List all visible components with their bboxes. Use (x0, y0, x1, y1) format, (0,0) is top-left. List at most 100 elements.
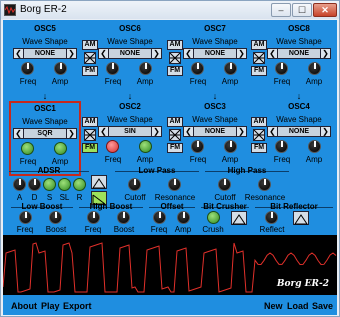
mod-matrix-icon[interactable] (169, 52, 181, 64)
offset-freq-knob[interactable] (153, 211, 166, 224)
next-arrow-icon[interactable]: ❯ (320, 127, 330, 136)
low-pass-cutoff-knob[interactable] (128, 178, 141, 191)
wave-shape-select[interactable]: ❮ NONE ❯ (183, 48, 247, 59)
mod-matrix-icon[interactable] (169, 129, 181, 141)
wave-shape-select[interactable]: ❮ NONE ❯ (267, 48, 331, 59)
amp-knob[interactable] (308, 140, 321, 153)
wave-shape-select[interactable]: ❮ NONE ❯ (183, 126, 247, 137)
osc5-module: OSC5 Wave Shape ❮ NONE ❯ Freq Amp (9, 23, 81, 98)
wave-shape-select[interactable]: ❮ NONE ❯ (98, 48, 162, 59)
amp-knob[interactable] (139, 62, 152, 75)
am-button[interactable]: AM (251, 40, 267, 50)
freq-label: Freq (273, 77, 291, 86)
am-button[interactable]: AM (167, 117, 183, 127)
mod-matrix-icon[interactable] (84, 129, 96, 141)
osc-title: OSC8 (288, 24, 310, 33)
amp-knob[interactable] (308, 62, 321, 75)
amp-knob[interactable] (54, 142, 67, 155)
down-arrow-icon: ↓ (212, 91, 218, 101)
low-boost-boost-knob[interactable] (49, 211, 62, 224)
next-arrow-icon[interactable]: ❯ (66, 49, 76, 58)
bit-reflector-title: Bit Reflector (270, 202, 318, 211)
prev-arrow-icon[interactable]: ❮ (99, 49, 109, 58)
prev-arrow-icon[interactable]: ❮ (268, 49, 278, 58)
freq-knob[interactable] (106, 140, 119, 153)
low-boost-freq-knob[interactable] (19, 211, 32, 224)
wave-shape-select[interactable]: ❮ NONE ❯ (13, 48, 77, 59)
high-pass-cutoff-knob[interactable] (218, 178, 231, 191)
reflector-wave-icon[interactable] (293, 211, 309, 225)
high-boost-boost-knob[interactable] (117, 211, 130, 224)
next-arrow-icon[interactable]: ❯ (151, 127, 161, 136)
maximize-button[interactable]: ☐ (292, 3, 312, 17)
app-window: Borg ER-2 – ☐ ✕ OSC5 Wave Shape ❮ NONE ❯… (0, 0, 340, 317)
bit-crusher-knob[interactable] (207, 211, 220, 224)
freq-knob[interactable] (275, 62, 288, 75)
amp-label: Amp (51, 157, 69, 166)
high-boost-freq-knob[interactable] (87, 211, 100, 224)
freq-label: Freq (19, 77, 37, 86)
prev-arrow-icon[interactable]: ❮ (268, 127, 278, 136)
mod-matrix-icon[interactable] (253, 129, 265, 141)
wave-shape-select[interactable]: ❮ SIN ❯ (98, 126, 162, 137)
prev-arrow-icon[interactable]: ❮ (14, 49, 24, 58)
menu-new[interactable]: New (264, 301, 283, 311)
next-arrow-icon[interactable]: ❯ (320, 49, 330, 58)
sustain-knob[interactable] (43, 178, 56, 191)
low-pass-resonance-knob[interactable] (168, 178, 181, 191)
wave-shape-label: Wave Shape (107, 115, 153, 124)
menu-export[interactable]: Export (63, 301, 92, 311)
menu-play[interactable]: Play (41, 301, 60, 311)
freq-knob[interactable] (21, 62, 34, 75)
offset-amp-knob[interactable] (177, 211, 190, 224)
amp-knob[interactable] (139, 140, 152, 153)
prev-arrow-icon[interactable]: ❮ (184, 49, 194, 58)
freq-knob[interactable] (191, 140, 204, 153)
crusher-wave-icon[interactable] (231, 211, 247, 225)
fm-button[interactable]: FM (167, 66, 183, 76)
fm-button[interactable]: FM (167, 143, 183, 153)
wave-shape-select[interactable]: ❮ NONE ❯ (267, 126, 331, 137)
freq-knob[interactable] (21, 142, 34, 155)
prev-arrow-icon[interactable]: ❮ (184, 127, 194, 136)
amp-knob[interactable] (224, 140, 237, 153)
mod-matrix-icon[interactable] (253, 52, 265, 64)
menu-about[interactable]: About (11, 301, 37, 311)
prev-arrow-icon[interactable]: ❮ (99, 127, 109, 136)
freq-knob[interactable] (191, 62, 204, 75)
am-button[interactable]: AM (82, 40, 98, 50)
am-button[interactable]: AM (251, 117, 267, 127)
minimize-button[interactable]: – (271, 3, 291, 17)
envelope-up-icon[interactable] (91, 175, 107, 189)
next-arrow-icon[interactable]: ❯ (151, 49, 161, 58)
scope-label: Borg ER-2 (276, 279, 329, 289)
attack-knob[interactable] (13, 178, 26, 191)
am-button[interactable]: AM (167, 40, 183, 50)
mod-matrix-icon[interactable] (84, 52, 96, 64)
bit-reflector-knob[interactable] (265, 211, 278, 224)
menu-load[interactable]: Load (287, 301, 309, 311)
amp-label: Amp (305, 155, 323, 164)
next-arrow-icon[interactable]: ❯ (236, 49, 246, 58)
high-pass-resonance-knob[interactable] (258, 178, 271, 191)
freq-knob[interactable] (275, 140, 288, 153)
amp-knob[interactable] (224, 62, 237, 75)
am-button[interactable]: AM (82, 117, 98, 127)
prev-arrow-icon[interactable]: ❮ (14, 129, 24, 138)
freq-knob[interactable] (106, 62, 119, 75)
wave-shape-label: Wave Shape (276, 115, 322, 124)
fm-button[interactable]: FM (82, 143, 98, 153)
sustain-level-knob[interactable] (58, 178, 71, 191)
fm-button[interactable]: FM (251, 143, 267, 153)
menu-save[interactable]: Save (312, 301, 333, 311)
next-arrow-icon[interactable]: ❯ (236, 127, 246, 136)
fm-button[interactable]: FM (251, 66, 267, 76)
close-button[interactable]: ✕ (313, 3, 337, 17)
fm-button[interactable]: FM (82, 66, 98, 76)
wave-shape-select[interactable]: ❮ SQR ❯ (13, 128, 77, 139)
amp-knob[interactable] (54, 62, 67, 75)
decay-knob[interactable] (28, 178, 41, 191)
osc7-module: OSC7 Wave Shape ❮ NONE ❯ Freq Amp (179, 23, 251, 98)
next-arrow-icon[interactable]: ❯ (66, 129, 76, 138)
release-knob[interactable] (73, 178, 86, 191)
